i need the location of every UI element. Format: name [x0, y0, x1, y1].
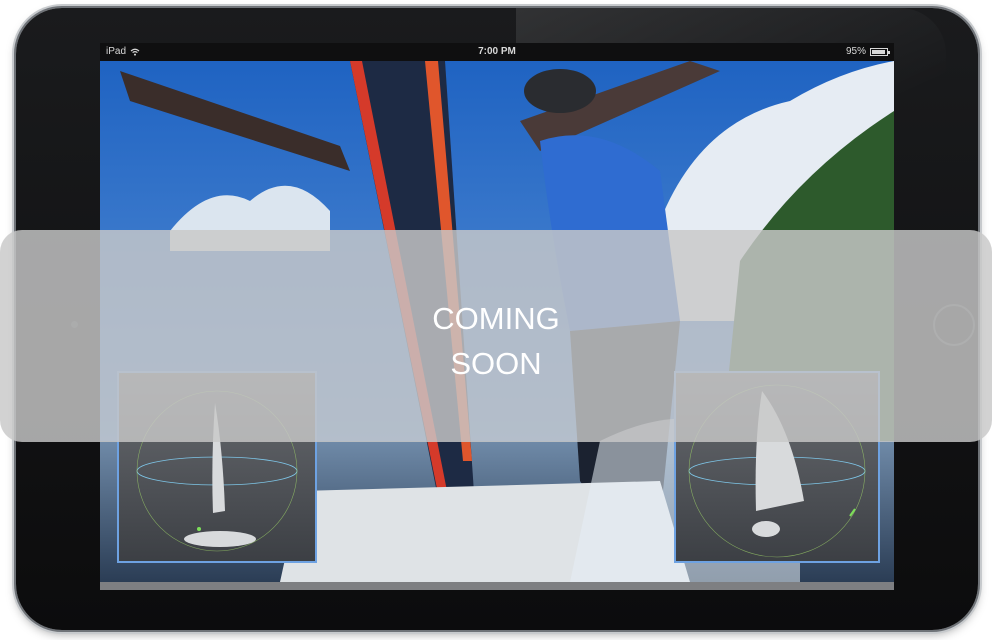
board-shape-left	[184, 531, 256, 547]
soon-label: SOON	[450, 346, 542, 381]
battery-percent: 95%	[845, 46, 866, 57]
status-time: 7:00 PM	[478, 46, 516, 57]
status-bar: iPad 7:00 PM 95%	[100, 43, 894, 61]
battery-icon	[870, 47, 890, 56]
bottom-strip	[100, 582, 894, 590]
rider-helmet	[524, 69, 596, 113]
coming-soon-text: COMING SOON	[0, 296, 992, 386]
board-shape-right	[752, 521, 780, 537]
coming-label: COMING	[432, 301, 560, 336]
